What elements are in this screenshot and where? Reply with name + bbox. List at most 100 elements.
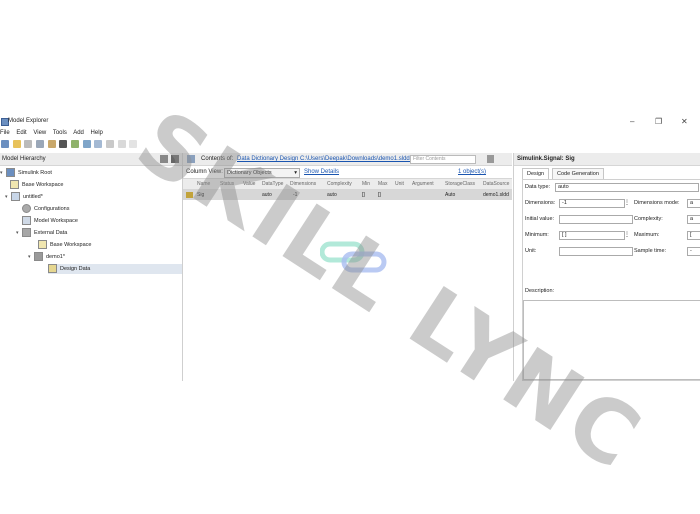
col-dimensions[interactable]: Dimensions [290, 179, 316, 189]
column-view-bar: Column View: Dictionary Objects ▾ Show D… [183, 166, 512, 178]
design-form: Data type: auto Dimensions: -1 ⋮ Dimensi… [522, 179, 700, 381]
unit-field[interactable] [559, 247, 633, 256]
model-hierarchy-pane: Model Hierarchy ▾ Simulink Root Base Work… [0, 153, 183, 381]
col-min[interactable]: Min [362, 179, 370, 189]
cell-complexity: auto [327, 192, 337, 198]
cell-datatype: auto [262, 192, 272, 198]
minimum-field[interactable]: [ ] [559, 231, 625, 240]
dialog-tabs: Design Code Generation [514, 168, 700, 179]
open-icon[interactable] [12, 140, 21, 148]
menu-edit[interactable]: Edit [16, 130, 26, 136]
initial-value-field[interactable] [559, 215, 633, 224]
column-view-select[interactable]: Dictionary Objects ▾ [224, 168, 300, 178]
add-parameter-icon[interactable] [117, 140, 126, 148]
tree-item-configurations[interactable]: Configurations [22, 204, 69, 214]
cell-name: Sig [197, 192, 205, 198]
minimum-label: Minimum: [525, 232, 549, 238]
complexity-label: Complexity: [634, 216, 663, 222]
maximum-label: Maximum: [634, 232, 660, 238]
minimize-button[interactable]: – [630, 117, 634, 126]
external-data-icon [22, 228, 31, 238]
config-icon [22, 204, 31, 214]
signal-icon [186, 192, 193, 198]
cell-min: [] [362, 192, 365, 198]
tree-item-model-workspace[interactable]: Model Workspace [22, 216, 78, 226]
table-row[interactable]: Sig auto -1 auto [] [] Auto demo1.sldd [183, 190, 512, 200]
unit-label: Unit: [525, 248, 537, 254]
col-status[interactable]: Status [220, 179, 234, 189]
cell-storageclass: Auto [445, 192, 456, 198]
tree-item-design-data[interactable]: Design Data [48, 264, 182, 274]
menu-bar: File Edit View Tools Add Help [0, 130, 320, 139]
contents-bar: Contents of: Data Dictionary Design C:\U… [183, 153, 512, 166]
col-argument[interactable]: Argument [412, 179, 434, 189]
col-unit[interactable]: Unit [395, 179, 404, 189]
tree-item-simulink-root[interactable]: ▾ Simulink Root [0, 168, 52, 178]
dimensions-label: Dimensions: [525, 200, 556, 206]
dimensions-mode-select[interactable]: a [687, 199, 700, 208]
new-model-icon[interactable] [1, 140, 9, 148]
minimum-edit-icon[interactable]: ⋮ [624, 231, 630, 238]
dimensions-field[interactable]: -1 [559, 199, 625, 208]
column-view-value: Dictionary Objects [227, 170, 272, 176]
filter-contents-input[interactable]: Filter Contents [410, 155, 476, 164]
workspace-icon [38, 240, 47, 250]
pane-dock-icon[interactable] [171, 155, 179, 163]
filter-icon[interactable] [487, 155, 494, 163]
col-name[interactable]: Name [197, 179, 210, 189]
workspace-icon [22, 216, 31, 226]
add-variable-icon[interactable] [94, 140, 103, 148]
close-button[interactable]: ✕ [681, 117, 688, 126]
tab-design[interactable]: Design [522, 168, 550, 179]
menu-view[interactable]: View [33, 130, 46, 136]
data-type-label: Data type: [525, 184, 551, 190]
tree-item-external-data[interactable]: ▾ External Data [16, 228, 67, 238]
cell-dimensions: -1 [293, 192, 298, 198]
add-signal-icon[interactable] [106, 140, 115, 148]
dimensions-edit-icon[interactable]: ⋮ [624, 199, 630, 206]
menu-help[interactable]: Help [91, 130, 103, 136]
tab-code-generation[interactable]: Code Generation [552, 168, 604, 179]
menu-tools[interactable]: Tools [53, 130, 67, 136]
initial-value-label: Initial value: [525, 216, 555, 222]
sample-time-field[interactable]: - [687, 247, 700, 256]
description-textarea[interactable] [523, 300, 700, 380]
col-storageclass[interactable]: StorageClass [445, 179, 475, 189]
workspace-icon [10, 180, 19, 190]
contents-icon [187, 155, 195, 163]
paste-icon[interactable] [47, 140, 56, 148]
col-datasource[interactable]: DataSource [483, 179, 509, 189]
add-workspace-icon[interactable] [82, 140, 91, 148]
model-icon [11, 192, 20, 202]
add-model-icon[interactable] [71, 140, 80, 148]
menu-add[interactable]: Add [73, 130, 84, 136]
object-count-link[interactable]: 1 object(s) [458, 169, 486, 175]
toolbar [0, 139, 182, 151]
description-label: Description: [525, 288, 555, 294]
show-details-link[interactable]: Show Details [304, 169, 339, 175]
tree-item-untitled[interactable]: ▾ untitled* [5, 192, 43, 202]
col-datatype[interactable]: DataType [262, 179, 283, 189]
title-bar: Model Explorer – ❐ ✕ [0, 113, 700, 127]
restore-button[interactable]: ❐ [655, 117, 662, 126]
property-dialog-pane: Simulink.Signal: Sig Design Code Generat… [513, 153, 700, 381]
dictionary-icon [34, 252, 43, 262]
tree-item-base-workspace[interactable]: Base Workspace [10, 180, 63, 190]
complexity-select[interactable]: a [687, 215, 700, 224]
find-icon[interactable] [129, 140, 138, 148]
copy-icon[interactable] [36, 140, 45, 148]
menu-file[interactable]: File [0, 130, 10, 136]
tree-item-demo1[interactable]: ▾ demo1* [28, 252, 65, 262]
col-complexity[interactable]: Complexity [327, 179, 352, 189]
cut-icon[interactable] [24, 140, 33, 148]
col-max[interactable]: Max [378, 179, 387, 189]
pane-option-icon[interactable] [160, 155, 168, 163]
col-value[interactable]: Value [243, 179, 255, 189]
contents-path[interactable]: Data Dictionary Design C:\Users\Deepak\D… [237, 156, 426, 162]
design-data-icon [48, 264, 57, 274]
maximum-field[interactable]: [ [687, 231, 700, 240]
chevron-down-icon: ▾ [294, 170, 297, 176]
data-type-field[interactable]: auto [555, 183, 699, 192]
tree-item-external-base-workspace[interactable]: Base Workspace [38, 240, 91, 250]
delete-icon[interactable] [59, 140, 68, 148]
